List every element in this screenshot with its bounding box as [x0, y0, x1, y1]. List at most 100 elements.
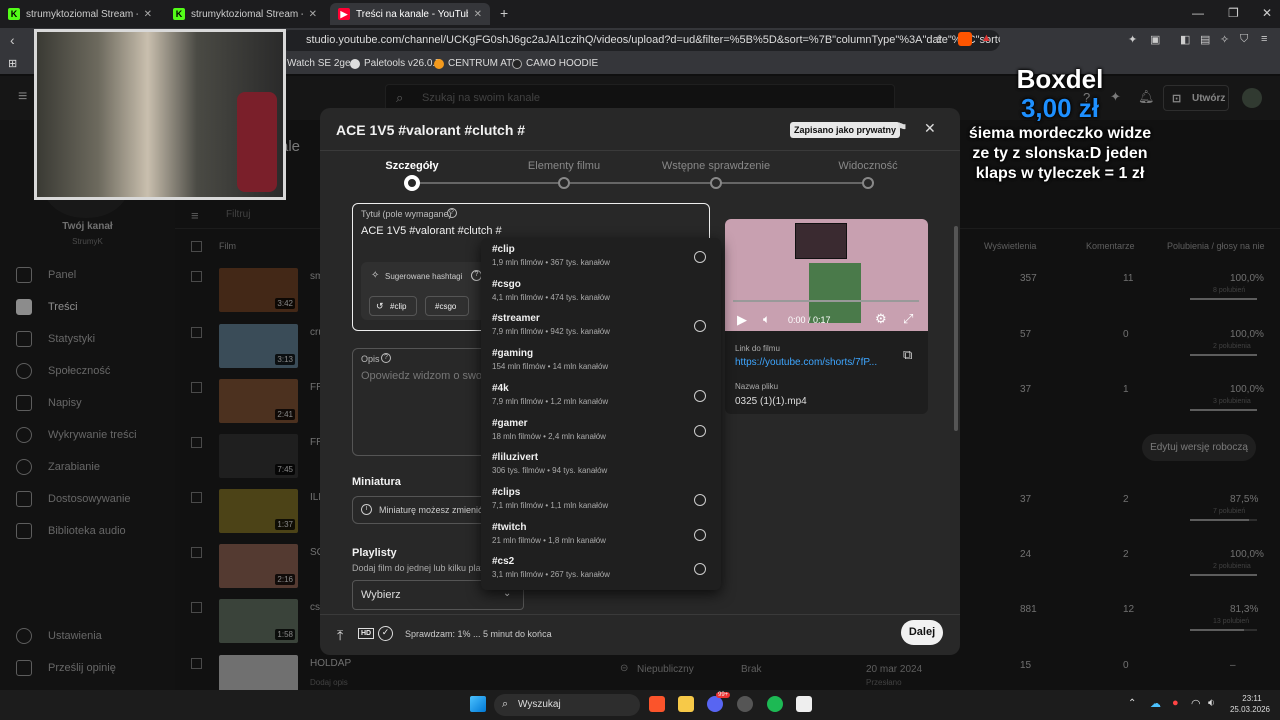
extensions-icon[interactable]: ✦ [1128, 33, 1137, 46]
bookmark-item[interactable]: Watch SE 2ge... [287, 58, 359, 69]
hashtag-stats: 1,9 mln filmów • 367 tys. kanałów [492, 258, 610, 267]
hashtag-suggestion-item[interactable]: #clip 1,9 mln filmów • 367 tys. kanałów [492, 244, 712, 278]
dialog-footer: ⤒ HD ✓ Sprawdzam: 1% ... 5 minut do końc… [320, 614, 960, 655]
hashtag-suggestion-item[interactable]: #clips 7,1 mln filmów • 1,1 mln kanałów [492, 487, 712, 521]
spotify-icon[interactable] [767, 696, 783, 712]
fullscreen-icon[interactable]: ⤢ [903, 311, 913, 327]
progress-bar[interactable] [733, 300, 919, 302]
hashtag-suggestion-item[interactable]: #streamer 7,9 mln filmów • 942 tys. kanał… [492, 313, 712, 347]
taskbar-search[interactable]: ⌕ Wyszukaj [494, 694, 640, 716]
maximize-icon[interactable]: ❐ [1228, 6, 1239, 20]
vpn-icon[interactable]: ⛉ [1240, 33, 1248, 46]
brave-shield-icon[interactable] [958, 32, 972, 46]
sparkle-icon: ✧ [371, 270, 380, 281]
video-link[interactable]: https://youtube.com/shorts/7fP... [735, 357, 877, 368]
windows-start-icon[interactable] [470, 696, 486, 712]
new-tab-icon[interactable]: + [500, 5, 508, 21]
donation-message: śiema mordeczko widze ze ty z slonska:D … [968, 125, 1152, 182]
minimize-icon[interactable]: — [1192, 6, 1204, 20]
feedback-icon[interactable]: ⚑ [896, 120, 908, 136]
hashtag-suggestion-item[interactable]: #4k 7,9 mln filmów • 1,2 mln kanałów [492, 383, 712, 417]
apps-grid-icon[interactable]: ⊞ [8, 57, 17, 70]
bookmark-item[interactable]: CENTRUM ATK [434, 58, 519, 69]
url-field[interactable]: studio.youtube.com/channel/UCKgFG0shJ6gc… [280, 30, 1000, 51]
wifi-icon[interactable]: ◠ [1191, 697, 1201, 710]
close-icon[interactable]: ✕ [924, 120, 936, 137]
chevron-up-icon[interactable]: ⌃ [1128, 698, 1136, 709]
hashtag-chip[interactable]: #csgo [425, 296, 469, 316]
video-preview-card: ▶ 🔈︎ 0:00 / 0:17 ⚙ ⤢ Link do filmu https… [725, 219, 928, 414]
close-icon[interactable]: ✕ [144, 9, 152, 20]
volume-icon[interactable]: 🔈︎ [763, 312, 770, 327]
copy-icon[interactable]: ⧉ [903, 347, 912, 363]
next-button[interactable]: Dalej [901, 620, 943, 645]
menu-icon[interactable]: ≡ [1261, 33, 1267, 45]
youtube-studio-icon: ▶ [338, 8, 350, 20]
upload-status: Sprawdzam: 1% ... 5 minut do końca [405, 629, 552, 639]
bookmark-icon [350, 58, 360, 69]
donation-amount: 3,00 zł [1020, 93, 1100, 123]
hashtag-suggestion-item[interactable]: #cs2 3,1 mln filmów • 267 tys. kanałów [492, 556, 712, 590]
stepper-line [411, 182, 867, 184]
help-icon[interactable]: ? [381, 353, 391, 363]
history-icon [694, 251, 706, 263]
hashtag-chip[interactable]: ↺ #clip [369, 296, 417, 316]
step-video-elements[interactable]: Elementy filmu [494, 160, 634, 172]
discord-icon[interactable] [707, 696, 723, 712]
step-visibility[interactable]: Widoczność [798, 160, 938, 172]
capcut-icon[interactable] [796, 696, 812, 712]
hashtag-suggestion-item[interactable]: #twitch 21 mln filmów • 1,8 mln kanałów [492, 522, 712, 556]
gear-icon[interactable]: ⚙ [875, 311, 887, 327]
help-icon[interactable]: ? [447, 208, 457, 218]
brave-rewards-icon[interactable]: ▲ [981, 32, 992, 44]
hashtag-suggestions-dropdown: #clip 1,9 mln filmów • 367 tys. kanałów #c… [481, 238, 721, 590]
hashtag-label: #gaming [492, 348, 534, 360]
file-explorer-icon[interactable] [678, 696, 694, 712]
hashtag-label: #liluzivert [492, 452, 539, 464]
saved-status-badge: Zapisano jako prywatny [790, 122, 901, 138]
leo-ai-icon[interactable]: ✧ [1220, 33, 1229, 46]
browser-tab[interactable]: K strumyktoziomal Stream - Watch Live ✕ [165, 3, 325, 25]
browser-tab-active[interactable]: ▶ Treści na kanale - YouTube Studio ✕ [330, 3, 490, 25]
video-player[interactable]: ▶ 🔈︎ 0:00 / 0:17 ⚙ ⤢ [725, 219, 928, 331]
wallet-icon[interactable]: ▤ [1200, 33, 1210, 46]
step-details[interactable]: Szczegóły [342, 160, 482, 172]
hashtag-label: #streamer [492, 313, 540, 325]
microphone-icon[interactable]: ● [1172, 697, 1179, 709]
share-icon[interactable]: ⇪ [935, 33, 944, 46]
obs-icon[interactable] [737, 696, 753, 712]
bookmark-icon [512, 58, 522, 69]
step-dot [862, 177, 874, 189]
sidebar-icon[interactable]: ◧ [1180, 33, 1190, 46]
hashtag-stats: 154 mln filmów • 14 mln kanałów [492, 362, 609, 372]
hashtag-stats: 306 tys. filmów • 94 tys. kanałów [492, 466, 608, 476]
brave-browser-icon[interactable] [649, 696, 665, 712]
close-window-icon[interactable]: ✕ [1262, 6, 1272, 20]
history-icon [694, 493, 706, 506]
hd-icon: HD [358, 628, 375, 639]
kick-icon: K [8, 8, 20, 20]
cloud-icon[interactable]: ☁ [1150, 697, 1161, 710]
step-checks[interactable]: Wstępne sprawdzenie [646, 160, 786, 172]
description-label: Opis [361, 354, 380, 364]
hashtag-stats: 21 mln filmów • 1,8 mln kanałów [492, 535, 606, 545]
hashtag-stats: 4,1 mln filmów • 474 tys. kanałów [492, 292, 610, 302]
hashtag-label: #csgo [492, 278, 521, 290]
browser-tab-bar: K strumyktoziomal Stream - Watch Live ✕ … [0, 0, 1280, 28]
hashtag-suggestion-item[interactable]: #gaming 154 mln filmów • 14 mln kanałów [492, 348, 712, 382]
close-icon[interactable]: ✕ [474, 9, 482, 20]
scrollbar[interactable] [954, 226, 958, 431]
close-icon[interactable]: ✕ [309, 9, 317, 20]
bookmark-item[interactable]: Paletools v26.0.7 [350, 58, 441, 69]
kick-icon: K [173, 8, 185, 20]
hashtag-suggestion-item[interactable]: #gamer 18 mln filmów • 2,4 mln kanałów [492, 418, 712, 452]
play-icon[interactable]: ▶ [737, 312, 747, 328]
back-icon[interactable]: ‹ [10, 32, 15, 48]
browser-tab[interactable]: K strumyktoziomal Stream - Watch Live ✕ [0, 3, 160, 25]
hashtag-suggestion-item[interactable]: #liluzivert 306 tys. filmów • 94 tys. kan… [492, 452, 712, 486]
bookmark-item[interactable]: CAMO HOODIE [512, 58, 598, 69]
title-input[interactable]: ACE 1V5 #valorant #clutch # [361, 225, 502, 237]
screenshot-icon[interactable]: ▣ [1150, 33, 1160, 46]
speaker-icon[interactable]: 🔉︎ [1208, 697, 1215, 710]
hashtag-suggestion-item[interactable]: #csgo 4,1 mln filmów • 474 tys. kanałów [492, 279, 712, 313]
